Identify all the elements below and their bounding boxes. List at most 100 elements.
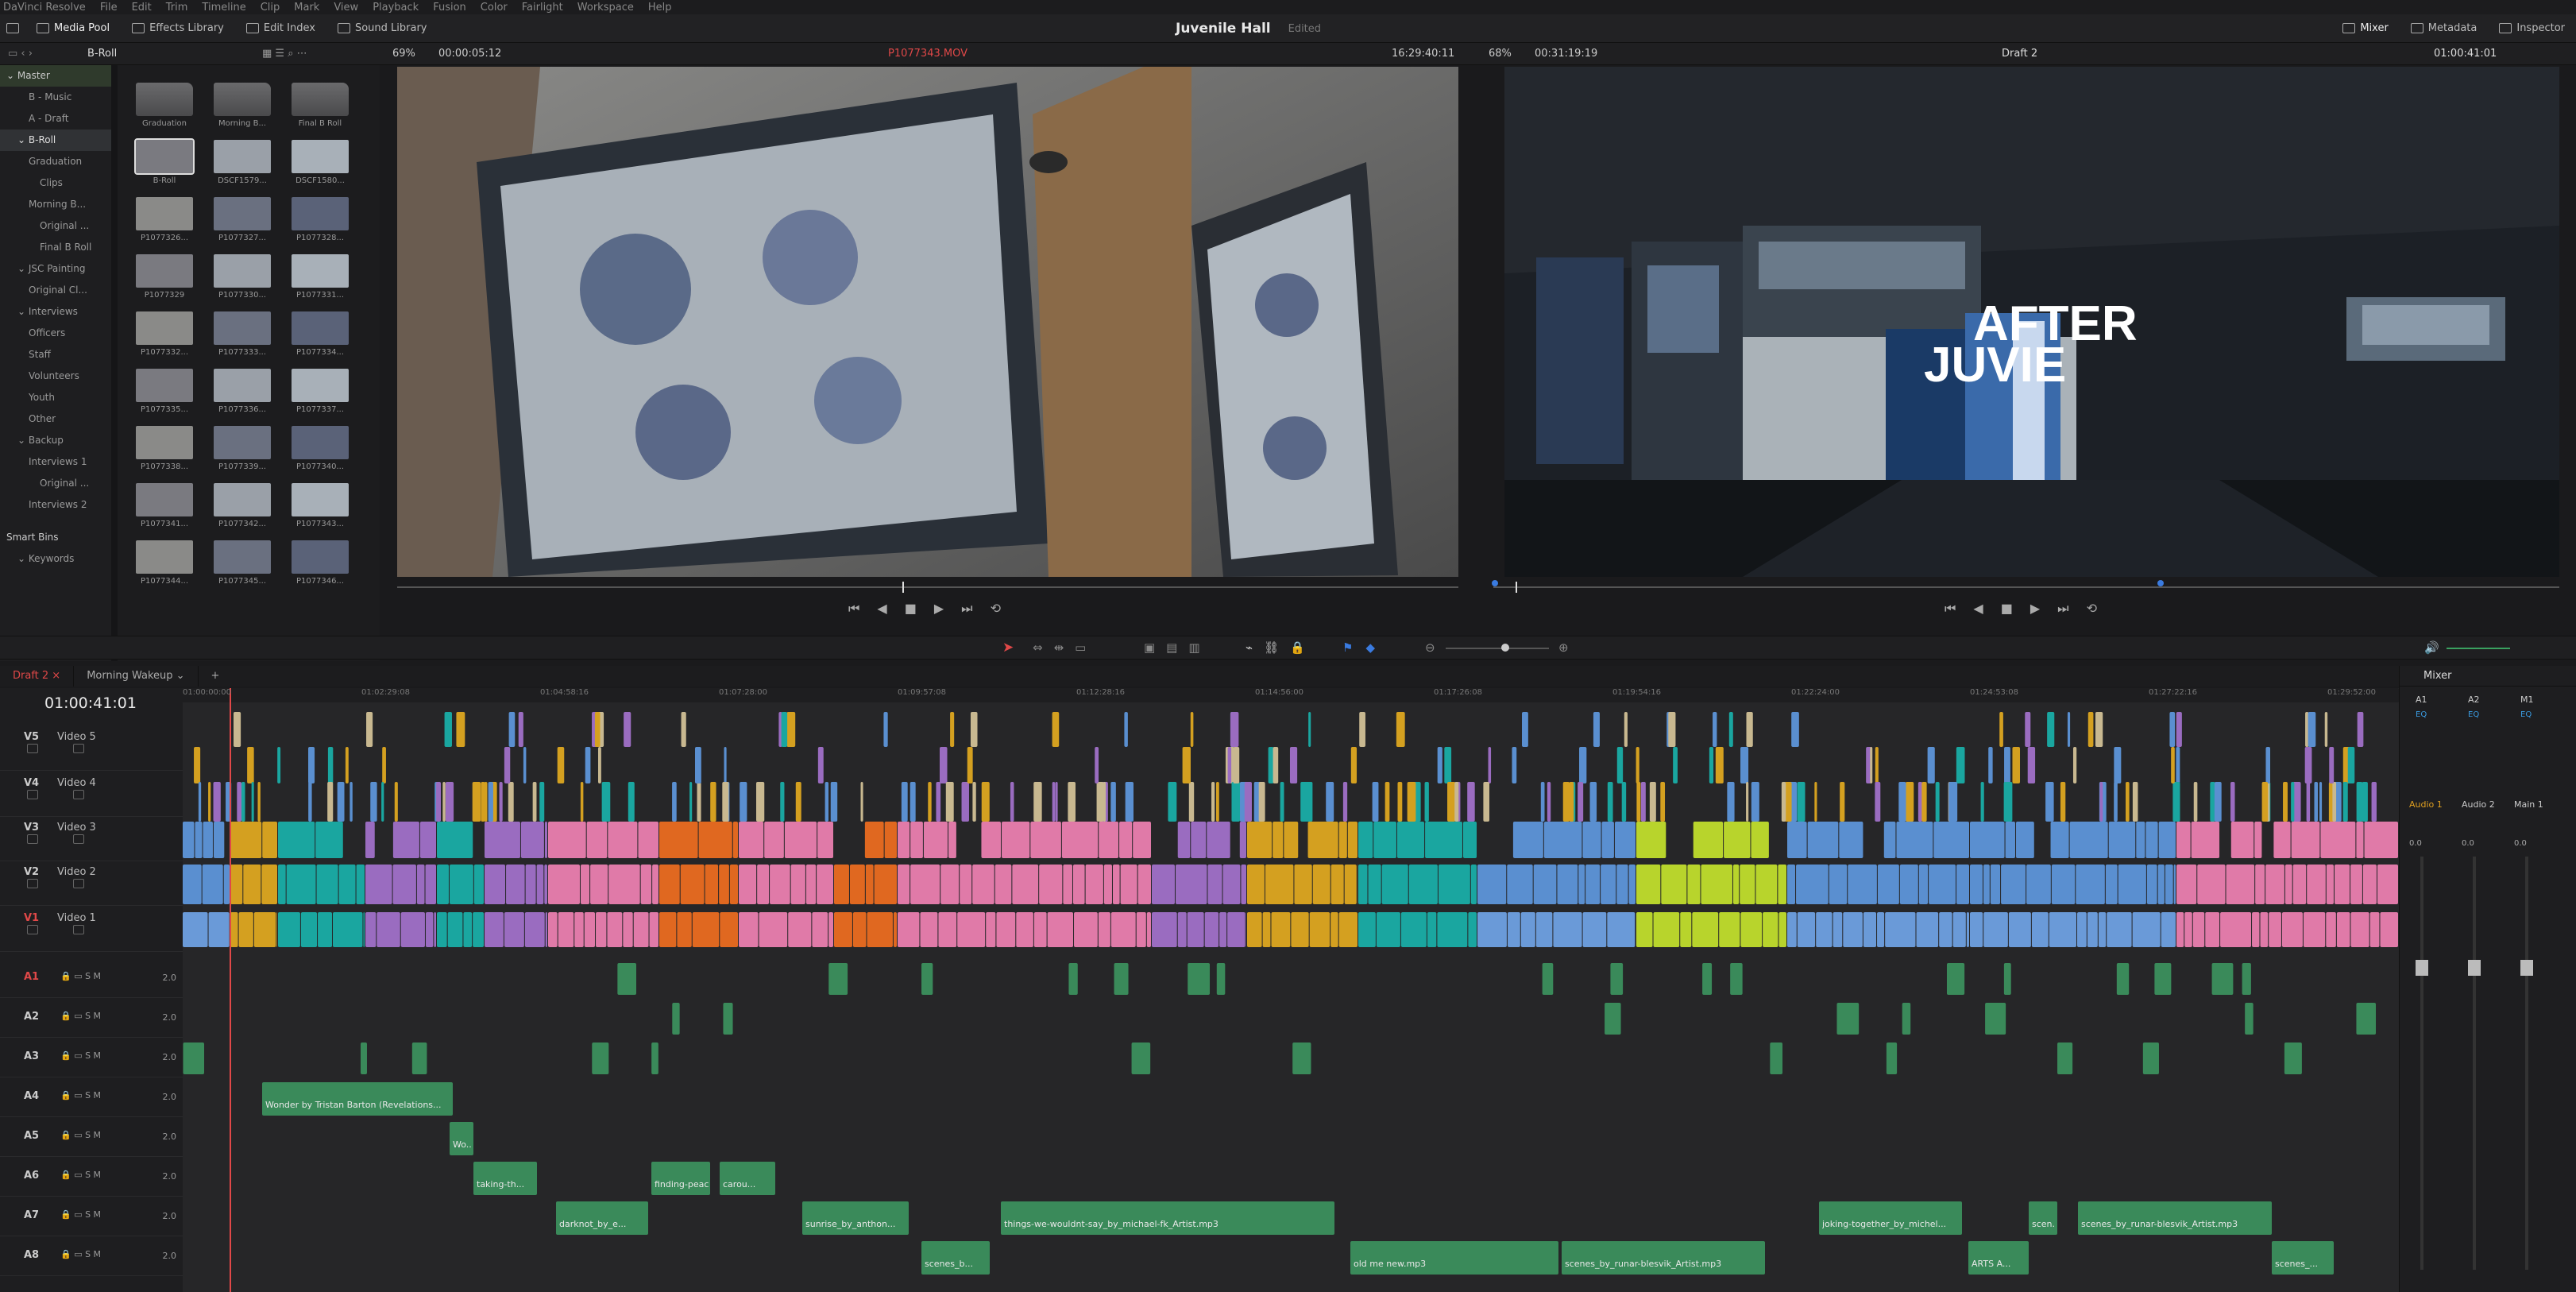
timeline-clip[interactable] (874, 865, 897, 904)
media-clip[interactable]: DSCF1579... (211, 140, 273, 197)
timeline-clip[interactable] (732, 822, 738, 858)
bin-item[interactable]: Final B Roll (0, 237, 111, 258)
timeline-clip[interactable] (1085, 865, 1103, 904)
timeline-clip[interactable] (2324, 712, 2328, 747)
timeline-clip[interactable] (2210, 782, 2215, 822)
timeline-clip[interactable] (2303, 912, 2326, 947)
timeline-clip[interactable] (1055, 782, 1058, 822)
timeline-clip[interactable] (1136, 912, 1146, 947)
menu-item[interactable]: Color (481, 2, 508, 14)
timeline-clip[interactable] (1715, 747, 1724, 783)
timeline-clip[interactable] (1569, 782, 1574, 822)
timeline-clip[interactable] (1755, 865, 1778, 904)
timeline-clip[interactable] (2099, 782, 2103, 822)
timeline-clip[interactable] (1610, 963, 1624, 995)
timeline-clip[interactable] (2118, 865, 2146, 904)
timeline-clip[interactable] (1740, 912, 1763, 947)
solo-mute-icons[interactable]: 🔒 ▭ S M (60, 1050, 101, 1061)
timeline-clip[interactable] (1187, 912, 1204, 947)
solo-mute-icons[interactable]: 🔒 ▭ S M (60, 1170, 101, 1180)
timeline-clip[interactable] (1624, 712, 1628, 747)
timeline-clip[interactable] (2319, 782, 2323, 822)
timeline-clip[interactable] (1467, 782, 1475, 822)
menu-item[interactable]: Help (648, 2, 672, 14)
timeline-clip[interactable] (524, 912, 545, 947)
timeline-clip[interactable] (2356, 1003, 2377, 1035)
bin-item[interactable]: Interviews 1 (0, 451, 111, 473)
timeline-clip[interactable] (1408, 865, 1438, 904)
bin-item[interactable]: Staff (0, 344, 111, 366)
timeline-clip[interactable] (981, 782, 990, 822)
timeline-clip[interactable] (1628, 865, 1636, 904)
media-clip[interactable]: P1077340... (289, 426, 351, 483)
audio-track-header[interactable]: A3 🔒 ▭ S M 2.0 (0, 1038, 183, 1077)
insert-tools-icon[interactable]: ▣▤▥ (1144, 640, 1211, 655)
timeline-clip[interactable] (447, 912, 463, 947)
timeline-clip[interactable] (1680, 912, 1692, 947)
timeline-clip[interactable] (241, 782, 245, 822)
audio-clip[interactable] (1350, 1241, 1558, 1275)
timeline-clip[interactable] (739, 865, 757, 904)
timeline-clip[interactable] (1732, 865, 1740, 904)
timeline-clip[interactable] (828, 912, 833, 947)
timeline-clip[interactable] (1770, 1042, 1783, 1074)
track-visibility-icon[interactable] (73, 790, 84, 799)
snap-link-lock-icon[interactable]: ⌁⛓🔒 (1246, 640, 1316, 655)
timeline-clip[interactable] (672, 1003, 680, 1035)
timeline-clip[interactable] (1896, 822, 1933, 858)
timeline-clip[interactable] (2291, 822, 2320, 858)
timeline-clip[interactable] (277, 747, 281, 783)
timeline-clip[interactable] (1848, 865, 1877, 904)
fader-handle[interactable] (2468, 960, 2481, 976)
timeline-area[interactable]: 01:00:00:00 01:02:29:08 01:04:58:16 01:07:2… (183, 688, 2399, 1292)
timeline-clip[interactable] (558, 912, 574, 947)
timeline-clip[interactable] (1787, 822, 1807, 858)
timeline-clip[interactable] (327, 747, 334, 783)
timeline-clip[interactable] (473, 865, 484, 904)
timeline-clip[interactable] (601, 782, 611, 822)
timeline-clip[interactable] (2326, 912, 2336, 947)
media-clip[interactable]: P1077345... (211, 540, 273, 598)
zoom-out-icon[interactable]: ⊖ (1425, 640, 1435, 655)
tab-morning-wakeup[interactable]: Morning Wakeup ⌄ (74, 666, 199, 687)
timeline-clip[interactable] (757, 865, 770, 904)
timeline-clip[interactable] (1512, 747, 1517, 783)
timeline-clip[interactable] (1636, 822, 1666, 858)
timeline-clip[interactable] (2184, 912, 2192, 947)
timeline-clip[interactable] (2314, 782, 2317, 822)
timeline-clip[interactable] (2008, 912, 2031, 947)
timeline-clip[interactable] (2176, 912, 2184, 947)
audio-clip[interactable] (651, 1162, 710, 1195)
timeline-clip[interactable] (2342, 782, 2348, 822)
timeline-clip[interactable] (1002, 822, 1030, 858)
timeline-clip[interactable] (2329, 747, 2335, 783)
timeline-clip[interactable] (1030, 822, 1061, 858)
timeline-clip[interactable] (585, 747, 591, 783)
timeline-zoom[interactable]: 68% (1489, 48, 1512, 60)
timeline-clip[interactable] (970, 712, 978, 747)
timeline-viewer[interactable]: AFTER JUVIE (1504, 67, 2559, 577)
timeline-clip[interactable] (544, 822, 547, 858)
timeline-clip[interactable] (1326, 782, 1334, 822)
volume-icon[interactable]: 🔊 (2424, 640, 2439, 655)
video-track-header[interactable]: V4 Video 4 (0, 772, 183, 817)
timeline-clip[interactable] (198, 782, 202, 822)
menu-item[interactable]: File (100, 2, 118, 14)
timeline-clip[interactable] (2255, 865, 2265, 904)
timeline-clip[interactable] (1701, 865, 1732, 904)
timeline-clip[interactable] (574, 912, 584, 947)
track-visibility-icon[interactable] (73, 925, 84, 934)
timeline-clip[interactable] (183, 1042, 205, 1074)
timeline-clip[interactable] (1589, 782, 1597, 822)
timeline-clip[interactable] (327, 782, 334, 822)
timeline-clip[interactable] (1368, 865, 1381, 904)
timeline-clip[interactable] (2226, 865, 2255, 904)
timeline-clip[interactable] (1358, 822, 1373, 858)
timeline-clip[interactable] (633, 912, 649, 947)
timeline-clip[interactable] (2087, 912, 2098, 947)
timeline-clip[interactable] (183, 865, 202, 904)
timeline-clip[interactable] (828, 963, 848, 995)
timeline-clip[interactable] (2076, 865, 2105, 904)
timeline-clip[interactable] (419, 822, 436, 858)
reverse-icon[interactable]: ◀ (1973, 601, 1983, 617)
